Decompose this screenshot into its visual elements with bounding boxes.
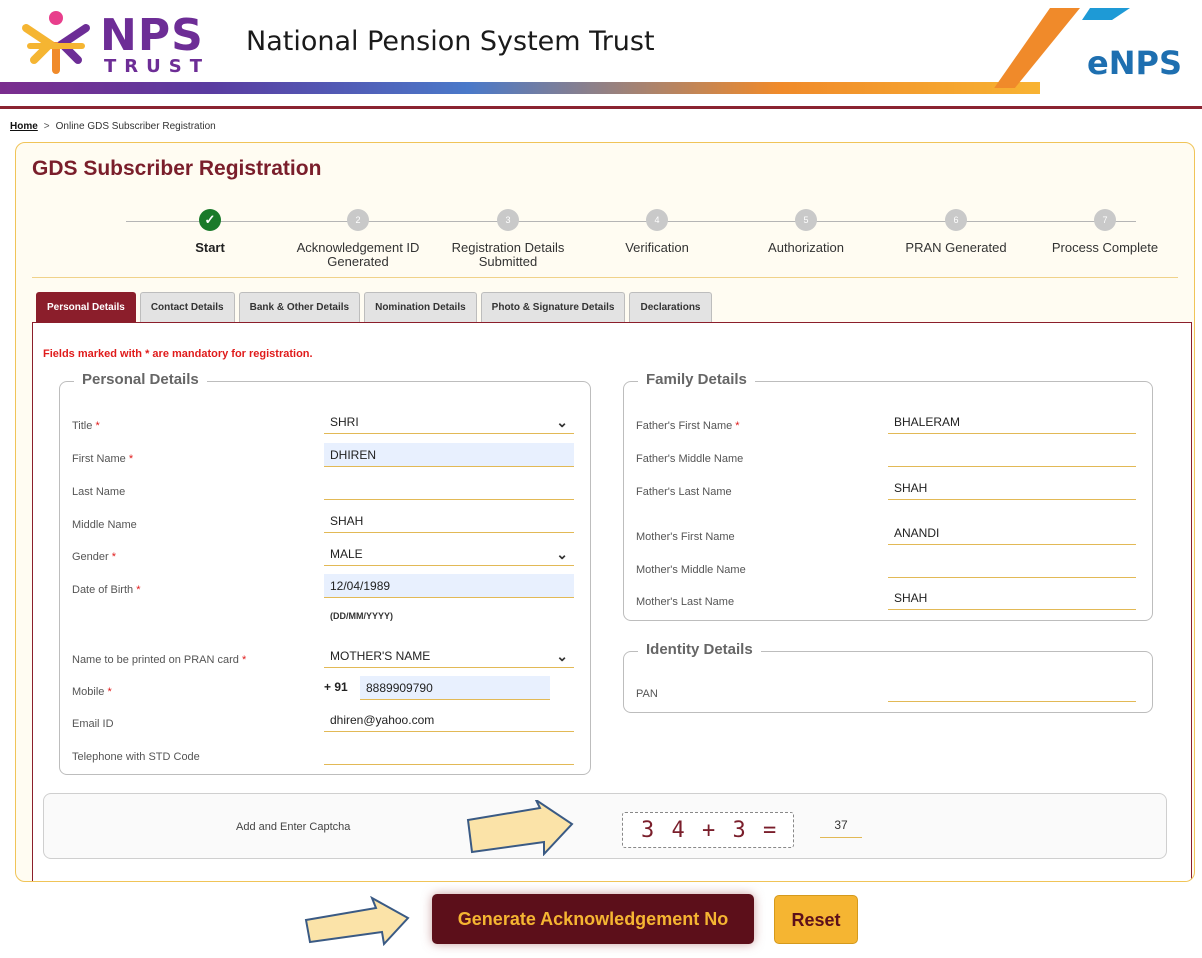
breadcrumb-current: Online GDS Subscriber Registration	[55, 121, 216, 132]
step-label: PRAN Generated	[905, 240, 1007, 255]
logo-subtext: TRUST	[104, 56, 210, 77]
step-verification: 4 Verification	[587, 209, 727, 255]
step-number: 4	[646, 209, 668, 231]
dob-format-hint: (DD/MM/YYYY)	[330, 611, 393, 621]
captcha-label: Add and Enter Captcha	[236, 821, 351, 833]
last-name-input[interactable]	[324, 476, 574, 500]
tab-content-personal: Fields marked with * are mandatory for r…	[32, 322, 1192, 881]
mother-last-name-label: Mother's Last Name	[636, 596, 735, 608]
mobile-label: Mobile *	[72, 686, 112, 698]
email-input[interactable]: dhiren@yahoo.com	[324, 708, 574, 732]
middle-name-label: Middle Name	[72, 519, 137, 531]
section-legend: Identity Details	[638, 641, 761, 658]
telephone-input[interactable]	[324, 741, 574, 765]
header-gradient-bar	[0, 82, 1040, 94]
arrow-right-icon	[304, 896, 410, 946]
mobile-country-code: + 91	[324, 680, 348, 694]
first-name-input[interactable]: DHIREN	[324, 443, 574, 467]
arrow-right-icon	[466, 800, 574, 856]
step-number: 2	[347, 209, 369, 231]
mother-first-name-label: Mother's First Name	[636, 531, 735, 543]
mandatory-note: Fields marked with * are mandatory for r…	[43, 348, 313, 360]
telephone-label: Telephone with STD Code	[72, 751, 200, 763]
identity-details-section: Identity Details PAN	[623, 641, 1153, 713]
chevron-down-icon: ⌄	[556, 546, 568, 562]
father-first-name-label: Father's First Name *	[636, 420, 740, 432]
step-label: Process Complete	[1051, 240, 1159, 255]
captcha-image: 3 4 + 3 =	[622, 812, 794, 848]
mother-last-name-input[interactable]: SHAH	[888, 586, 1136, 610]
breadcrumb-home-link[interactable]: Home	[10, 121, 38, 132]
title-select[interactable]: SHRI ⌄	[324, 410, 574, 434]
tab-contact-details[interactable]: Contact Details	[139, 292, 235, 322]
chevron-down-icon: ⌄	[556, 414, 568, 430]
header-divider	[0, 106, 1202, 109]
step-number: 6	[945, 209, 967, 231]
breadcrumb-separator: >	[43, 121, 50, 132]
page-title: GDS Subscriber Registration	[32, 157, 322, 180]
father-last-name-input[interactable]: SHAH	[888, 476, 1136, 500]
step-label: Verification	[625, 240, 689, 255]
step-start: ✓ Start	[140, 209, 280, 255]
personal-details-section: Personal Details Title * SHRI ⌄ First Nam…	[59, 371, 591, 775]
section-legend: Personal Details	[74, 371, 207, 388]
gender-label: Gender *	[72, 551, 117, 563]
generate-acknowledgement-button[interactable]: Generate Acknowledgement No	[432, 894, 754, 944]
reset-button[interactable]: Reset	[774, 895, 858, 944]
tab-bank-other-details[interactable]: Bank & Other Details	[238, 292, 361, 322]
tab-bar: Personal Details Contact Details Bank & …	[36, 292, 712, 322]
organization-name: National Pension System Trust	[246, 26, 655, 57]
pan-input[interactable]	[888, 678, 1136, 702]
mother-first-name-input[interactable]: ANANDI	[888, 521, 1136, 545]
mother-middle-name-input[interactable]	[888, 554, 1136, 578]
step-acknowledgement-id: 2 Acknowledgement ID Generated	[288, 209, 428, 269]
first-name-label: First Name *	[72, 453, 134, 465]
breadcrumb: Home > Online GDS Subscriber Registration	[10, 121, 216, 132]
section-legend: Family Details	[638, 371, 755, 388]
tab-nomination-details[interactable]: Nomination Details	[364, 292, 477, 322]
step-number: 5	[795, 209, 817, 231]
tab-declarations[interactable]: Declarations	[629, 292, 712, 322]
mobile-input[interactable]: 8889909790	[360, 676, 550, 700]
step-label: Acknowledgement ID Generated	[296, 240, 420, 269]
tab-photo-signature-details[interactable]: Photo & Signature Details	[480, 292, 626, 322]
title-label: Title *	[72, 420, 100, 432]
nps-trust-logo[interactable]: NPS TRUST	[20, 10, 210, 77]
site-header: NPS TRUST National Pension System Trust …	[0, 0, 1202, 96]
father-middle-name-input[interactable]	[888, 443, 1136, 467]
enps-logo[interactable]: eNPS	[1087, 44, 1182, 82]
step-registration-details: 3 Registration Details Submitted	[438, 209, 578, 269]
pran-name-label: Name to be printed on PRAN card *	[72, 654, 247, 666]
dob-input[interactable]: 12/04/1989	[324, 574, 574, 598]
family-details-section: Family Details Father's First Name * BHA…	[623, 371, 1153, 621]
step-authorization: 5 Authorization	[736, 209, 876, 255]
middle-name-input[interactable]: SHAH	[324, 509, 574, 533]
captcha-answer-input[interactable]: 37	[820, 813, 862, 838]
father-last-name-label: Father's Last Name	[636, 486, 732, 498]
nps-emblem-icon	[22, 11, 90, 74]
check-icon: ✓	[199, 209, 221, 231]
chevron-down-icon: ⌄	[556, 648, 568, 664]
registration-panel: GDS Subscriber Registration ✓ Start 2 Ac…	[15, 142, 1195, 882]
father-middle-name-label: Father's Middle Name	[636, 453, 744, 465]
step-label: Registration Details Submitted	[451, 240, 565, 269]
step-process-complete: 7 Process Complete	[1035, 209, 1175, 255]
gender-select[interactable]: MALE ⌄	[324, 542, 574, 566]
dob-label: Date of Birth *	[72, 584, 141, 596]
email-label: Email ID	[72, 718, 114, 730]
father-first-name-input[interactable]: BHALERAM	[888, 410, 1136, 434]
pan-label: PAN	[636, 688, 658, 700]
step-number: 3	[497, 209, 519, 231]
step-label: Authorization	[768, 240, 844, 255]
logo-text: NPS	[100, 10, 204, 61]
mother-middle-name-label: Mother's Middle Name	[636, 564, 746, 576]
step-label: Start	[195, 240, 225, 255]
step-pran-generated: 6 PRAN Generated	[886, 209, 1026, 255]
pran-name-select[interactable]: MOTHER'S NAME ⌄	[324, 644, 574, 668]
captcha-section: Add and Enter Captcha 3 4 + 3 = 37	[43, 793, 1167, 859]
step-number: 7	[1094, 209, 1116, 231]
steps-divider	[32, 277, 1178, 278]
last-name-label: Last Name	[72, 486, 126, 498]
tab-personal-details[interactable]: Personal Details	[36, 292, 136, 322]
